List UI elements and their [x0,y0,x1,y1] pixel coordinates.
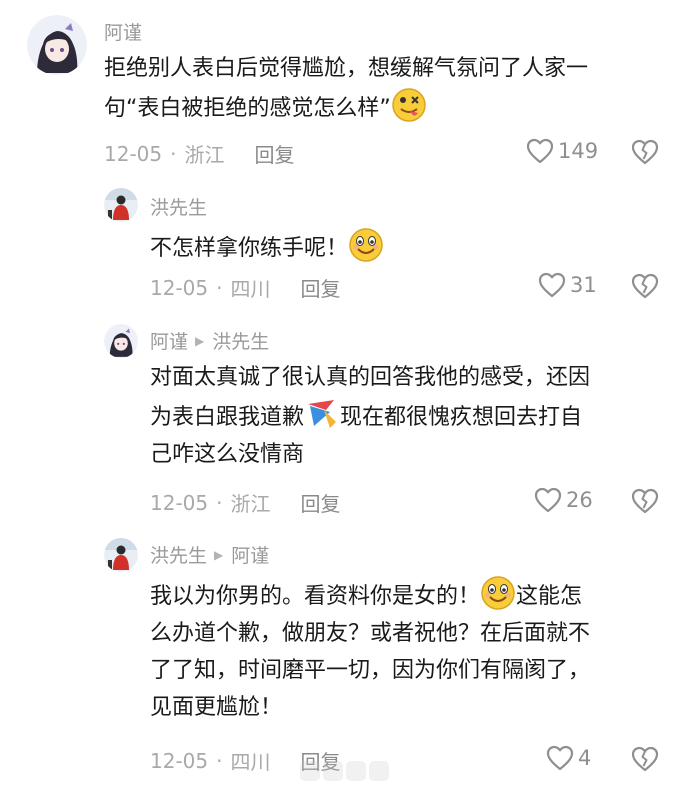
reply-arrow-icon: ▶ [195,333,205,348]
comment-author[interactable]: 阿谨 [104,18,142,45]
author-name[interactable]: 阿谨 [104,18,142,45]
separator: · [170,141,177,166]
comment-location: 浙江 [230,492,271,516]
comment-line: 句“表白被拒绝的感觉怎么样” [104,87,664,127]
broken-heart-icon[interactable] [631,746,659,772]
broken-heart-icon[interactable] [631,488,659,514]
comment-line: 见面更尴尬！ [150,695,283,720]
like-count: 31 [570,273,597,297]
author-name[interactable]: 洪先生 [150,541,207,568]
like-count: 26 [566,488,593,512]
reply-arrow-icon: ▶ [214,547,224,562]
like-button[interactable]: 31 [538,272,597,298]
like-count: 149 [558,139,599,163]
comment-location: 浙江 [184,143,225,167]
comment-text: 不怎样拿你练手呢！ [150,227,660,267]
reply-button[interactable]: 回复 [254,139,294,168]
comment-date: 12-05 [150,748,209,773]
user-avatar[interactable] [27,15,87,75]
grinning-face-emoji [348,227,384,263]
heart-outline-icon [546,745,574,771]
like-button[interactable]: 149 [526,138,598,164]
like-count: 4 [578,746,592,770]
reply-to-name[interactable]: 阿谨 [231,541,269,568]
comment-text: 我以为你男的。看资料你是女的！ 这能怎 么办道个歉，做朋友？或者祝他？在后面就不 … [150,575,660,726]
comment-line: 对面太真诚了很认真的回答我他的感受，还因 [150,365,591,390]
user-avatar[interactable] [104,324,138,358]
author-name[interactable]: 洪先生 [150,193,207,220]
heart-outline-icon [538,272,566,298]
comment-date: 12-05 [150,275,209,300]
separator: · [216,490,223,515]
ribbon-emoji [304,396,340,432]
reply-button[interactable]: 回复 [300,273,340,302]
comment-text: 对面太真诚了很认真的回答我他的感受，还因 为表白跟我道歉 现在都很愧疚想回去打自 … [150,359,660,473]
reply-button[interactable]: 回复 [300,488,340,517]
comment-text: 拒绝别人表白后觉得尴尬，想缓解气氛问了人家一 句“表白被拒绝的感觉怎么样” [104,50,664,127]
separator: · [216,748,223,773]
comment-line: 不怎样拿你练手呢！ [150,227,660,267]
broken-heart-icon[interactable] [631,273,659,299]
user-avatar[interactable] [104,188,138,222]
reply-to-name[interactable]: 洪先生 [212,327,269,354]
grinning-face-emoji [480,575,516,611]
heart-outline-icon [534,487,562,513]
comment-line: 了了知，时间磨平一切，因为你们有隔阂了， [150,658,591,683]
comment-location: 四川 [230,277,271,301]
heart-outline-icon [526,138,554,164]
comment-author: 洪先生 ▶ 阿谨 [150,541,269,568]
like-button[interactable]: 4 [546,745,591,771]
comment-meta: 12-05 · 四川 回复 [150,273,340,302]
author-name[interactable]: 阿谨 [150,327,188,354]
comment-date: 12-05 [104,141,163,166]
comment-line: 己咋这么没情商 [150,442,305,467]
comment-date: 12-05 [150,490,209,515]
comment-line: 为表白跟我道歉 现在都很愧疚想回去打自 [150,396,660,436]
watermark [300,757,406,785]
comment-author: 阿谨 ▶ 洪先生 [150,327,269,354]
comment-author[interactable]: 洪先生 [150,193,207,220]
tongue-out-face-emoji [391,87,427,123]
like-button[interactable]: 26 [534,487,593,513]
comment-line: 我以为你男的。看资料你是女的！ 这能怎 [150,575,660,615]
separator: · [216,275,223,300]
comment-meta: 12-05 · 浙江 回复 [104,139,294,168]
user-avatar[interactable] [104,538,138,572]
comment-meta: 12-05 · 浙江 回复 [150,488,340,517]
broken-heart-icon[interactable] [631,139,659,165]
comment-line: 拒绝别人表白后觉得尴尬，想缓解气氛问了人家一 [104,56,589,81]
comment-line: 么办道个歉，做朋友？或者祝他？在后面就不 [150,621,591,646]
comment-location: 四川 [230,750,271,774]
